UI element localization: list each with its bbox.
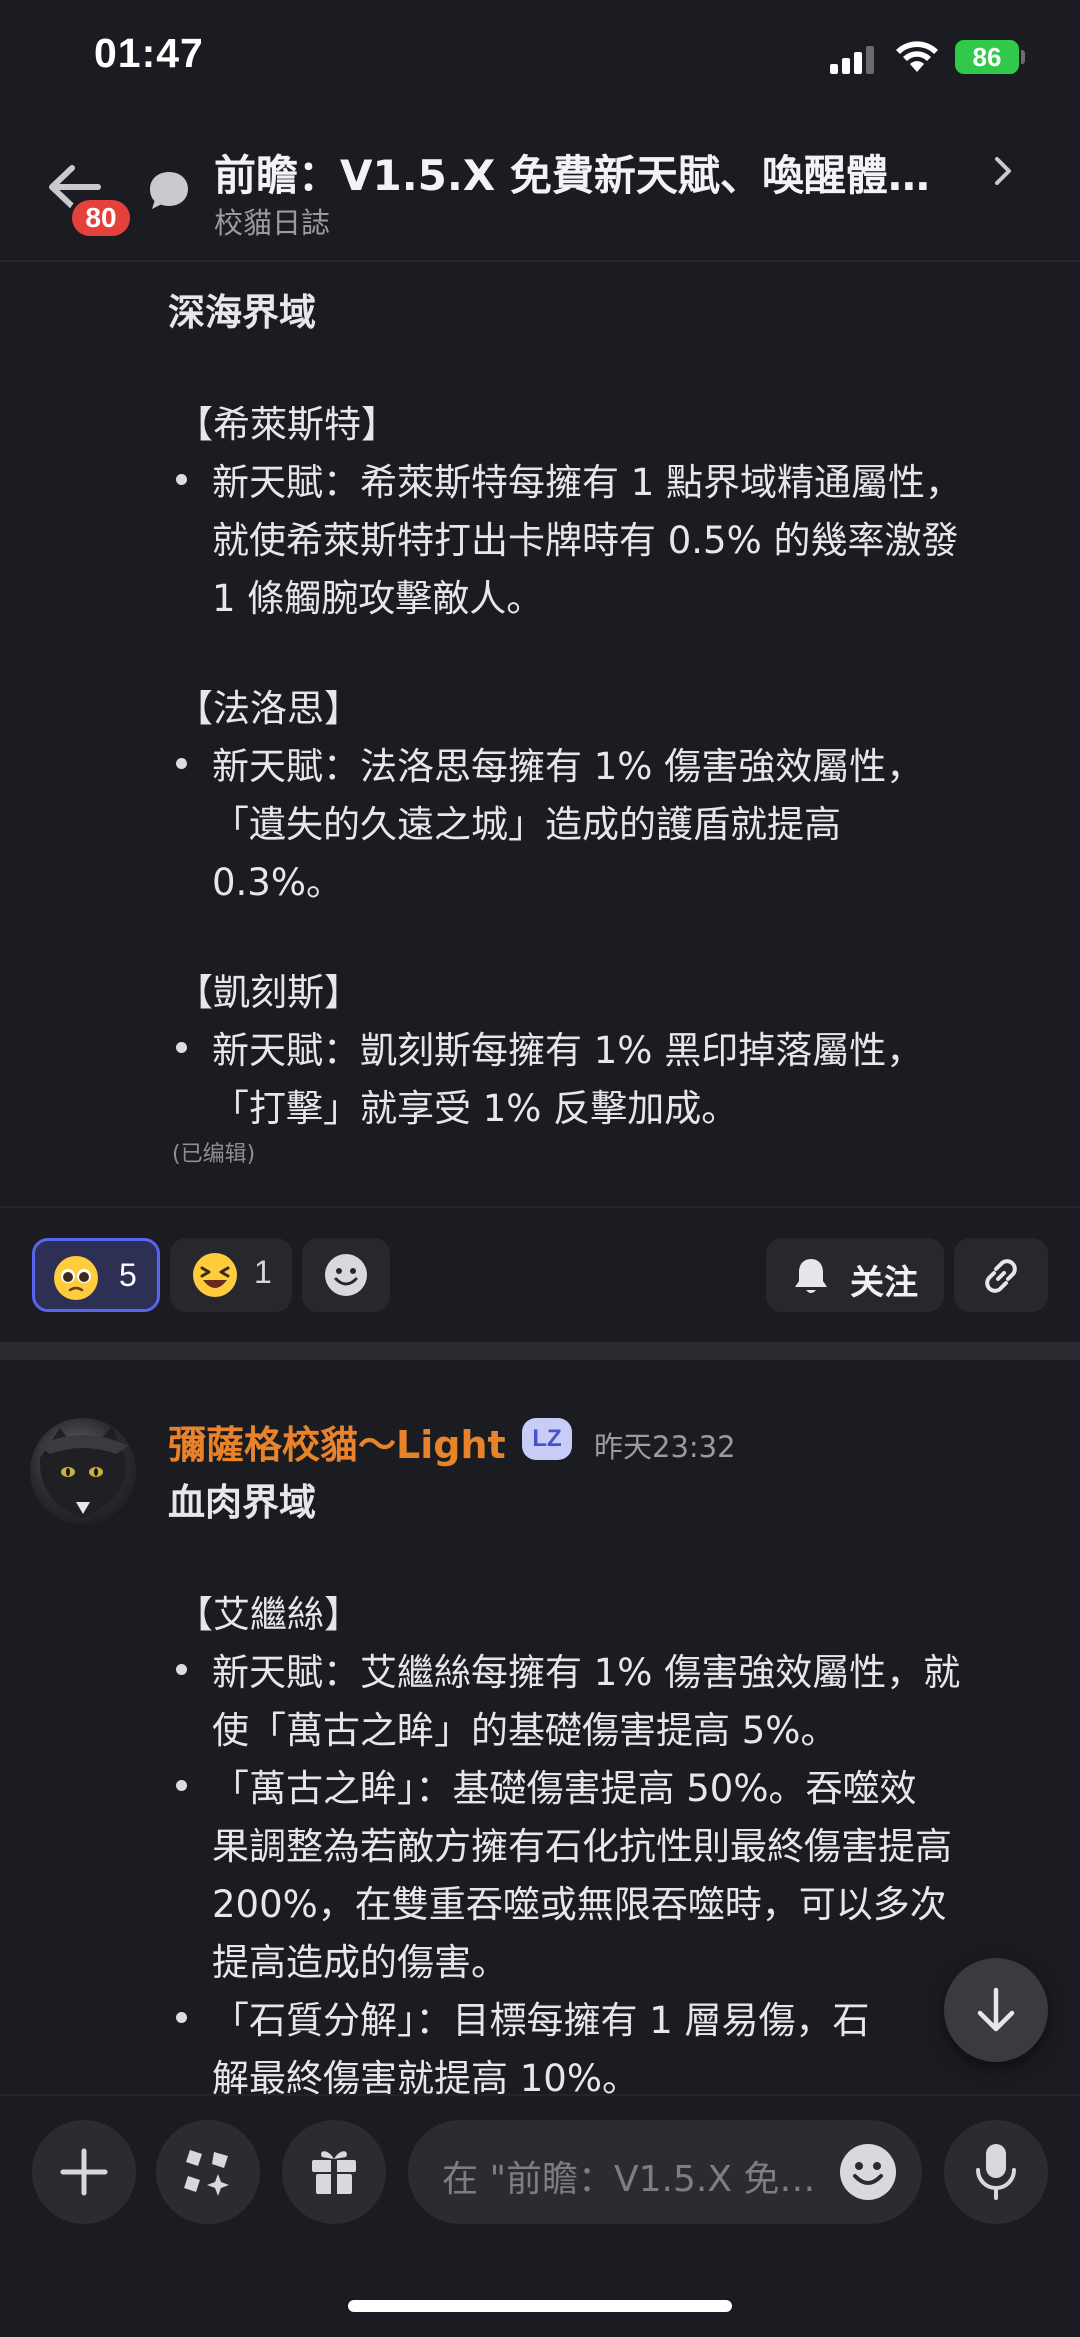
message-line: 「打擊」就享受 1% 反擊加成。 — [212, 1087, 739, 1130]
apps-sparkle-icon — [184, 2150, 229, 2196]
reaction-count: 5 — [119, 1257, 137, 1293]
thread-header: 80 前瞻：V1.5.X 免費新天賦、喚醒體… 校貓日誌 — [0, 118, 1080, 262]
message-line: 新天賦：凱刻斯每擁有 1% 黑印掉落屬性， — [212, 1029, 924, 1072]
message-line: 新天賦：艾繼絲每擁有 1% 傷害強效屬性，就 — [212, 1651, 961, 1694]
voice-message-button[interactable] — [944, 2120, 1048, 2224]
gift-button[interactable] — [282, 2120, 386, 2224]
bullet-dot — [176, 2012, 187, 2023]
divider — [0, 1206, 1080, 1208]
add-attachment-button[interactable] — [32, 2120, 136, 2224]
message-line: 提高造成的傷害。 — [212, 1941, 508, 1984]
bullet-dot — [176, 1780, 187, 1791]
message-line: 使「萬古之眸」的基礎傷害提高 5%。 — [212, 1709, 838, 1752]
battery-nub — [1021, 50, 1025, 64]
reaction-count: 1 — [254, 1254, 272, 1290]
message-line: 「萬古之眸」：基礎傷害提高 50%。吞噬效 — [212, 1767, 917, 1810]
message-line: 1 條觸腕攻擊敵人。 — [212, 577, 544, 620]
character-heading: 【法洛思】 — [176, 687, 361, 730]
copy-link-button[interactable] — [954, 1238, 1048, 1312]
microphone-icon — [976, 2144, 1016, 2200]
message-line: 「遺失的久遠之城」造成的護盾就提高 — [212, 803, 841, 846]
message-line: 果調整為若敵方擁有石化抗性則最終傷害提高 — [212, 1825, 952, 1868]
avatar[interactable] — [30, 1418, 136, 1524]
character-heading: 【希萊斯特】 — [176, 403, 398, 446]
link-icon — [985, 1259, 1017, 1293]
message-line: 新天賦：希萊斯特每擁有 1 點界域精通屬性， — [212, 461, 963, 504]
plus-icon — [60, 2148, 108, 2196]
add-reaction-button[interactable] — [302, 1238, 390, 1312]
status-time: 01:47 — [94, 30, 204, 76]
character-heading: 【凱刻斯】 — [176, 971, 361, 1014]
reaction-laughing-face[interactable]: 1 — [170, 1238, 292, 1312]
role-badge: LZ — [522, 1418, 572, 1460]
smiley-add-icon — [325, 1254, 367, 1296]
follow-label: 关注 — [850, 1263, 918, 1303]
channel-name[interactable]: 校貓日誌 — [214, 200, 330, 242]
reaction-pleading-face[interactable]: 5 — [32, 1238, 160, 1312]
bullet-dot — [176, 1664, 187, 1675]
unread-count-badge: 80 — [68, 196, 134, 240]
message-line: 200%，在雙重吞噬或無限吞噬時，可以多次 — [212, 1883, 947, 1926]
section-heading: 血肉界域 — [168, 1481, 316, 1524]
message-divider — [0, 1342, 1080, 1360]
jump-to-bottom-button[interactable] — [944, 1958, 1048, 2062]
thread-bubble-icon — [150, 172, 188, 209]
cat-avatar-image — [38, 1426, 128, 1518]
arrow-down-icon — [977, 1987, 1015, 2032]
section-heading: 深海界域 — [168, 291, 316, 334]
edited-label: (已编辑) — [172, 1142, 256, 1167]
bullet-dot — [176, 758, 187, 769]
message-line: 就使希萊斯特打出卡牌時有 0.5% 的幾率激發 — [212, 519, 959, 562]
message-line: 「石質分解」：目標每擁有 1 層易傷，石 — [212, 1999, 870, 2042]
apps-button[interactable] — [156, 2120, 260, 2224]
cellular-signal-icon — [830, 46, 874, 74]
bullet-dot — [176, 1042, 187, 1053]
message-input-placeholder: 在 "前瞻：V1.5.X 免… — [442, 2159, 816, 2200]
home-indicator — [348, 2300, 732, 2312]
message-input[interactable]: 在 "前瞻：V1.5.X 免… — [408, 2120, 922, 2224]
status-bar: 01:47 86 — [0, 0, 1080, 118]
follow-button[interactable]: 关注 — [766, 1238, 944, 1312]
bell-icon — [795, 1259, 827, 1293]
emoji-picker-icon[interactable] — [838, 2142, 898, 2202]
author-name[interactable]: 彌薩格校貓～Light — [168, 1414, 506, 1469]
message-line: 0.3%。 — [212, 861, 343, 904]
pleading-face-emoji — [54, 1256, 98, 1300]
battery-indicator: 86 — [955, 40, 1019, 74]
wifi-icon — [896, 41, 938, 72]
gift-icon — [312, 2151, 356, 2194]
message-line: 新天賦：法洛思每擁有 1% 傷害強效屬性， — [212, 745, 924, 788]
character-heading: 【艾繼絲】 — [176, 1593, 361, 1636]
thread-title[interactable]: 前瞻：V1.5.X 免費新天賦、喚醒體… — [214, 142, 1014, 203]
message-timestamp: 昨天23:32 — [594, 1430, 736, 1464]
chevron-right-icon[interactable] — [992, 154, 1014, 188]
laughing-face-emoji — [193, 1253, 237, 1297]
bullet-dot — [176, 474, 187, 485]
